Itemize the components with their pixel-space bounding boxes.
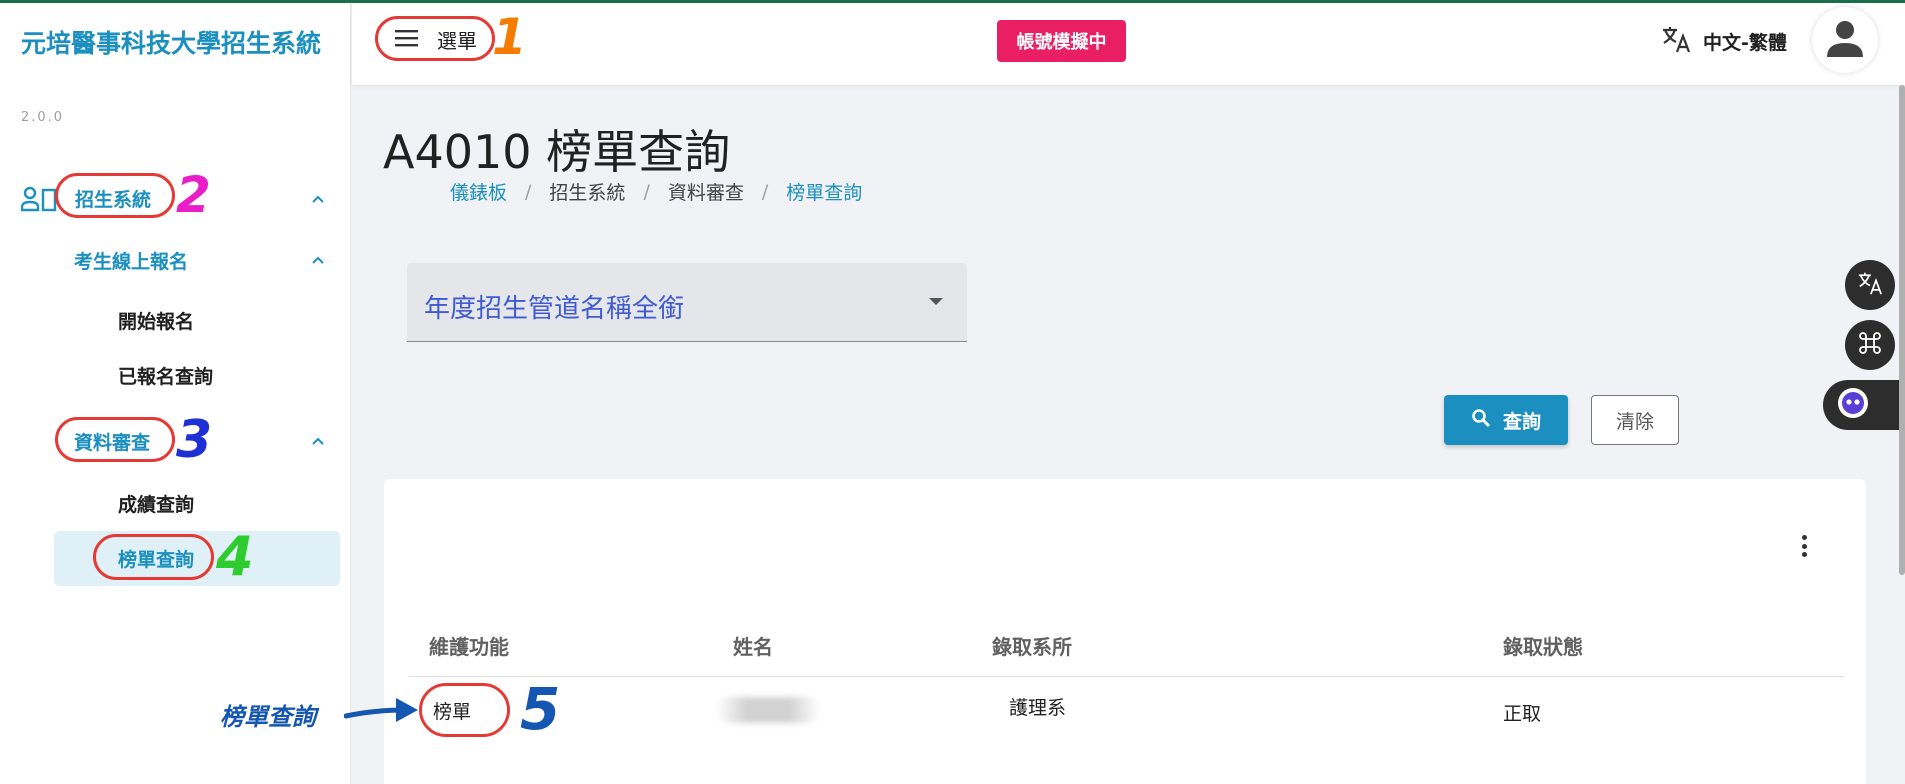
people-icon bbox=[20, 186, 57, 212]
clear-button[interactable]: 清除 bbox=[1591, 395, 1679, 445]
breadcrumb: 儀錶板 / 招生系統 / 資料審查 / 榜單查詢 bbox=[450, 178, 862, 205]
sidebar-item-label: 開始報名 bbox=[118, 311, 195, 333]
breadcrumb-separator: / bbox=[761, 180, 769, 203]
caret-down-icon bbox=[929, 298, 943, 305]
column-header-department: 錄取系所 bbox=[992, 635, 1072, 659]
annotation-arrow-label: 榜單查詢 bbox=[220, 703, 316, 731]
account-icon bbox=[1824, 17, 1866, 63]
impersonation-badge[interactable]: 帳號模擬中 bbox=[997, 20, 1126, 62]
sidebar-section-online-registration[interactable]: 考生線上報名 bbox=[74, 247, 188, 274]
column-header-status: 錄取狀態 bbox=[1503, 635, 1583, 659]
page-title: A4010 榜單查詢 bbox=[383, 125, 731, 179]
system-title[interactable]: 元培醫事科技大學招生系統 bbox=[21, 22, 321, 66]
sidebar-item-label: 已報名查詢 bbox=[118, 366, 214, 388]
column-header-action: 維護功能 bbox=[429, 635, 509, 659]
breadcrumb-data-review: 資料審查 bbox=[667, 182, 744, 204]
breadcrumb-separator: / bbox=[525, 180, 532, 203]
table-cell-department: 護理系 bbox=[1009, 697, 1067, 719]
select-value: 年度招生管道名稱全銜 bbox=[424, 294, 685, 324]
menu-label: 選單 bbox=[437, 29, 477, 53]
sidebar-group-admissions[interactable]: 招生系統 bbox=[20, 185, 152, 212]
sidebar: 元培醫事科技大學招生系統 2.0.0 招生系統 考生線上報名 開始報名 已報名查… bbox=[0, 0, 351, 784]
language-label: 中文-繁體 bbox=[1703, 31, 1787, 54]
translate-icon bbox=[1857, 271, 1883, 299]
floating-translate-button[interactable] bbox=[1845, 260, 1895, 310]
command-icon bbox=[1858, 331, 1882, 359]
breadcrumb-ranking-query[interactable]: 榜單查詢 bbox=[786, 178, 862, 205]
column-header-name: 姓名 bbox=[733, 635, 773, 659]
admission-channel-select[interactable]: 年度招生管道名稱全銜 bbox=[407, 263, 967, 342]
assistant-bot-icon bbox=[1837, 387, 1869, 423]
sidebar-item-ranking-query[interactable]: 榜單查詢 bbox=[118, 545, 194, 572]
search-button[interactable]: 查詢 bbox=[1444, 395, 1568, 445]
top-accent-line bbox=[0, 0, 1905, 3]
table-cell-status: 正取 bbox=[1503, 703, 1542, 725]
breadcrumb-admissions: 招生系統 bbox=[549, 182, 626, 204]
results-card bbox=[384, 479, 1866, 784]
sidebar-group-label: 招生系統 bbox=[75, 189, 152, 211]
chevron-up-icon[interactable] bbox=[308, 431, 328, 451]
floating-command-button[interactable] bbox=[1845, 320, 1895, 370]
ranking-action-link[interactable]: 榜單 bbox=[433, 697, 471, 724]
breadcrumb-dashboard[interactable]: 儀錶板 bbox=[450, 178, 507, 205]
sidebar-item-label: 成績查詢 bbox=[118, 494, 195, 516]
chevron-up-icon[interactable] bbox=[308, 189, 328, 209]
hamburger-icon bbox=[395, 29, 419, 51]
annotation-arrow-icon bbox=[344, 698, 418, 722]
floating-assistant-button[interactable] bbox=[1823, 380, 1905, 430]
more-options-icon[interactable] bbox=[1800, 535, 1808, 557]
chevron-up-icon[interactable] bbox=[308, 250, 328, 270]
page-scrollbar[interactable] bbox=[1899, 85, 1905, 575]
sidebar-item-score-query[interactable]: 成績查詢 bbox=[118, 490, 194, 517]
sidebar-item-start-registration[interactable]: 開始報名 bbox=[118, 307, 194, 334]
table-divider bbox=[409, 676, 1845, 677]
breadcrumb-separator: / bbox=[643, 180, 650, 203]
sidebar-item-label: 榜單查詢 bbox=[118, 549, 195, 571]
sidebar-item-active-highlight bbox=[54, 531, 340, 586]
search-button-label: 查詢 bbox=[1502, 410, 1541, 433]
language-switcher[interactable]: 中文-繁體 bbox=[1661, 25, 1787, 57]
sidebar-item-registered-query[interactable]: 已報名查詢 bbox=[118, 362, 213, 389]
sidebar-section-label: 考生線上報名 bbox=[74, 251, 189, 273]
blurred-student-name bbox=[716, 697, 820, 723]
search-icon bbox=[1471, 408, 1491, 433]
translate-icon bbox=[1661, 25, 1691, 57]
version-label: 2.0.0 bbox=[21, 110, 65, 125]
sidebar-section-data-review[interactable]: 資料審查 bbox=[74, 428, 150, 455]
menu-button[interactable]: 選單 bbox=[395, 25, 477, 54]
user-avatar-button[interactable] bbox=[1812, 7, 1878, 73]
sidebar-section-label: 資料審查 bbox=[74, 432, 151, 454]
